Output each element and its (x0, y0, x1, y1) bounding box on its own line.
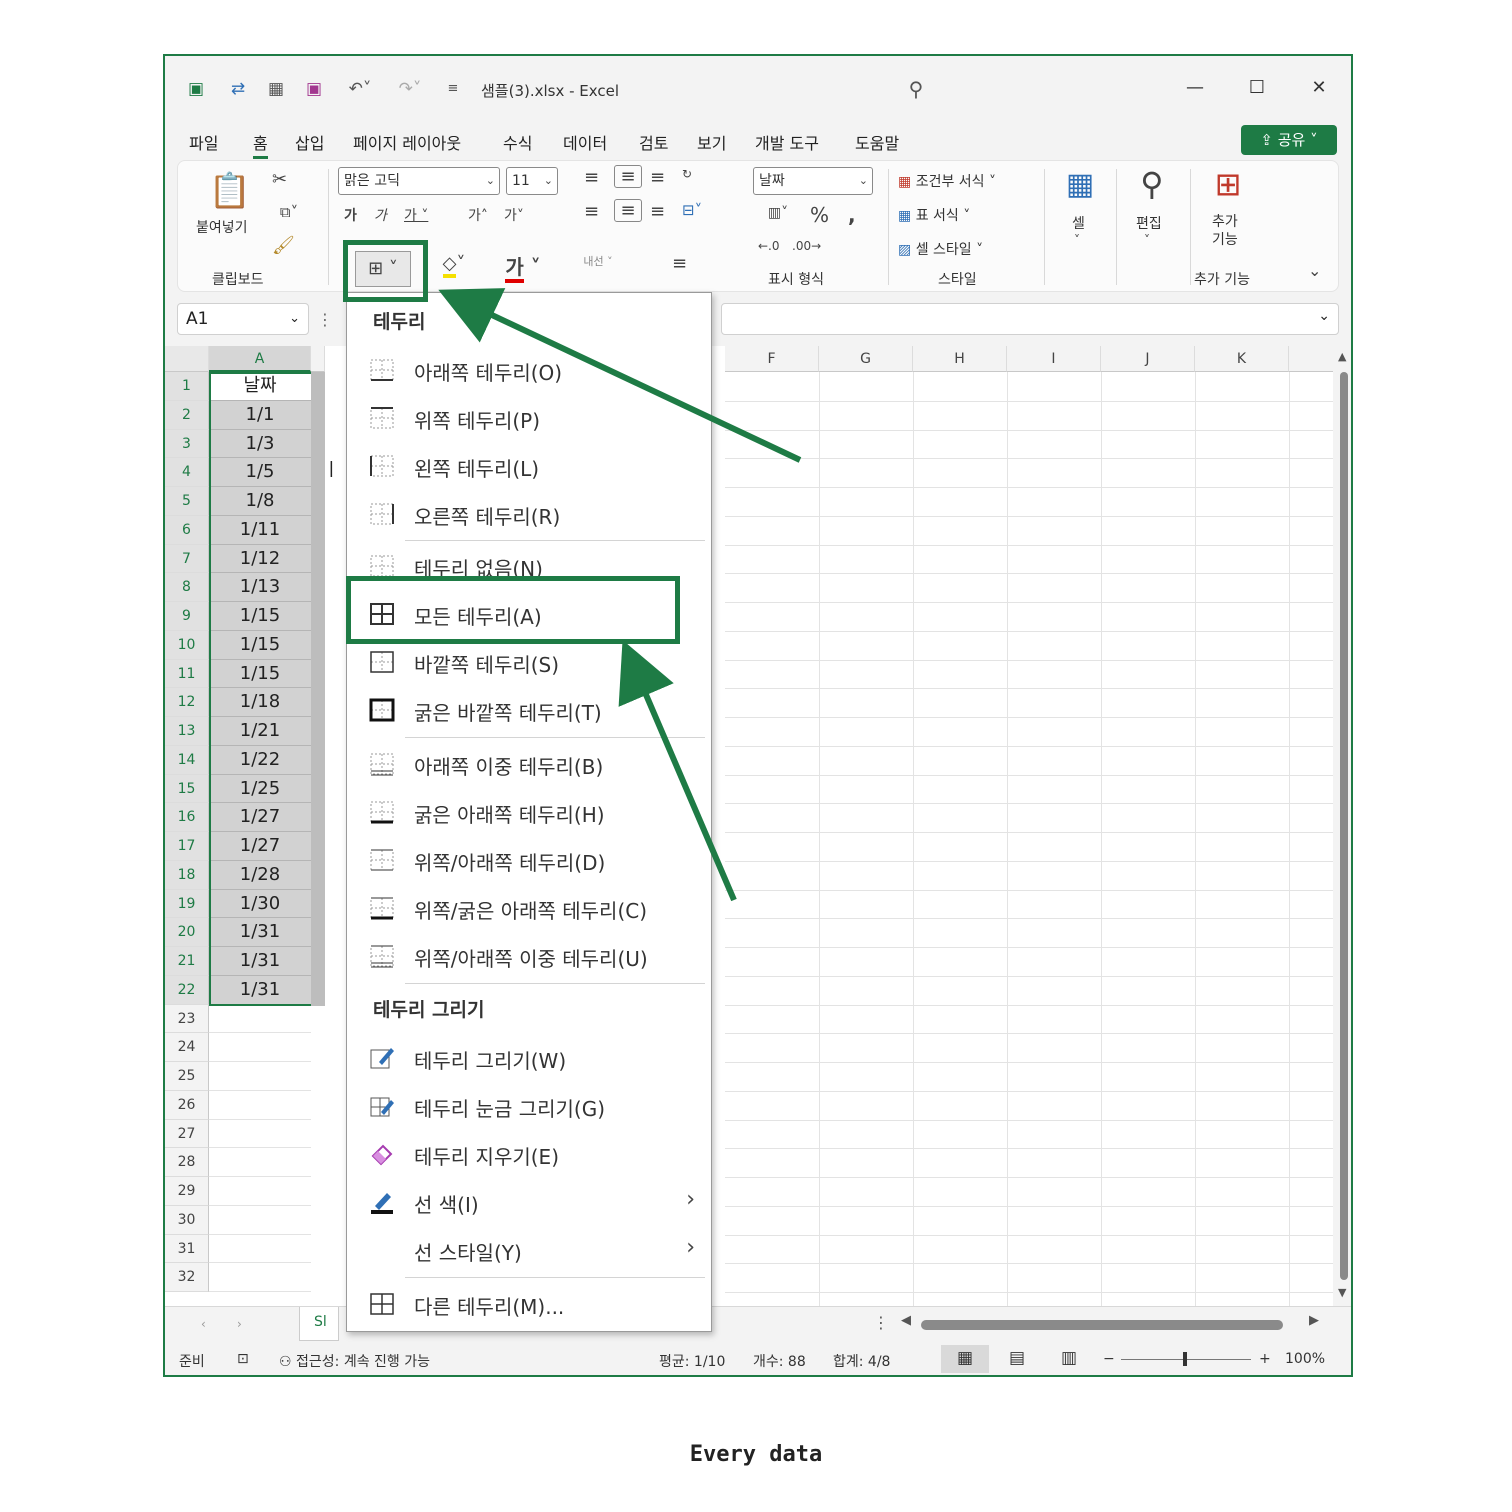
arrow-to-all-borders (618, 639, 737, 902)
caption: Every data (689, 1442, 823, 1467)
annotation-arrows (438, 288, 802, 902)
arrow-to-border-button (438, 288, 802, 463)
